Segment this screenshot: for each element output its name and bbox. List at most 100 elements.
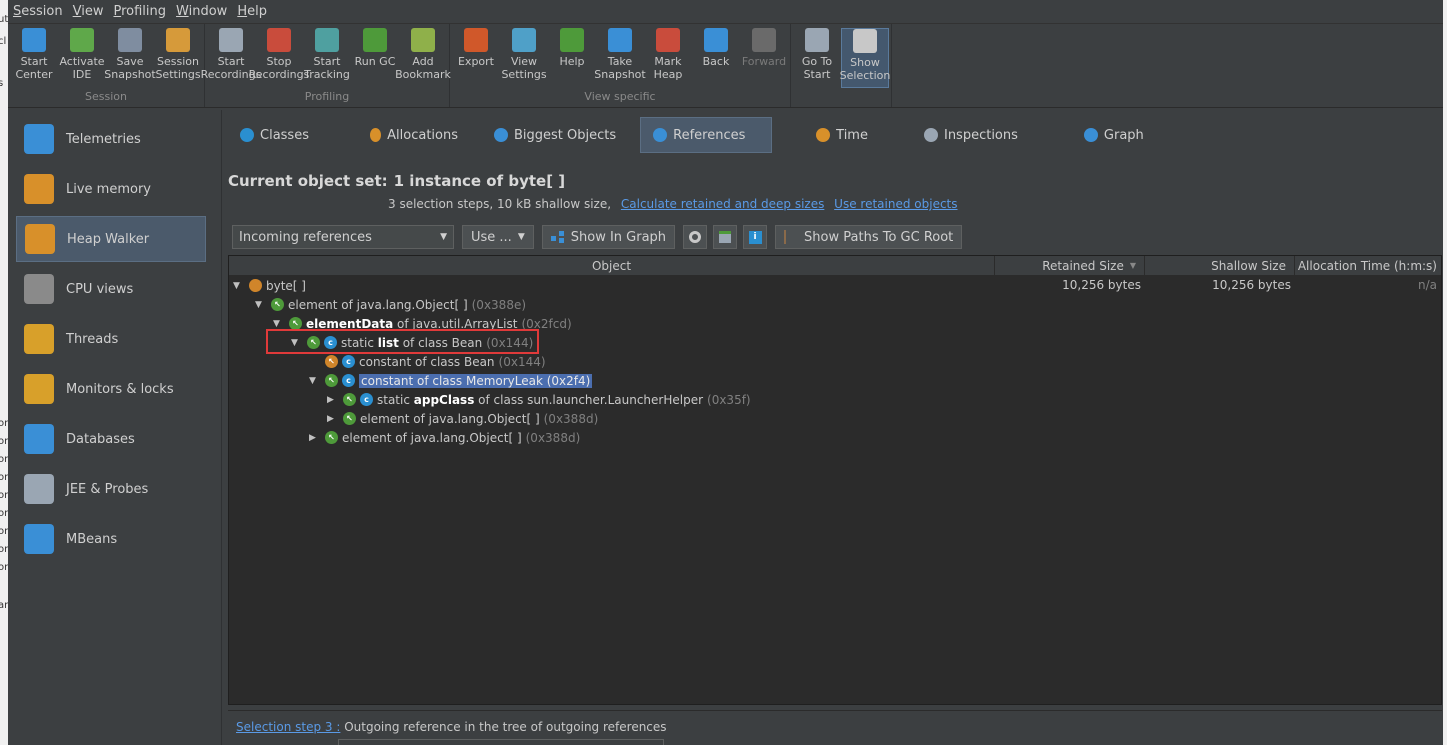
toolbar-group-session: Start Center Activate IDE Save Snapshot Ses…	[8, 24, 205, 107]
back-button[interactable]: Back	[692, 28, 740, 88]
background-text-fragment: or	[0, 472, 8, 483]
help-button[interactable]: Help	[548, 28, 596, 88]
show-in-graph-button[interactable]: Show In Graph	[541, 225, 676, 249]
sidebar-item-heap-walker[interactable]: Heap Walker	[16, 216, 206, 262]
byte-array-icon	[249, 279, 262, 292]
menu-help[interactable]: Help	[237, 4, 267, 19]
menu-view[interactable]: View	[73, 4, 104, 19]
session-settings-icon	[166, 28, 190, 52]
session-settings-button[interactable]: Session Settings	[154, 28, 202, 88]
take-snapshot-button[interactable]: Take Snapshot	[594, 28, 646, 88]
threads-icon	[24, 324, 54, 354]
background-window-strip: ut cl s or or or or or or or or or ar	[0, 0, 8, 745]
stop-recordings-button[interactable]: Stop Recordings	[249, 28, 309, 88]
table-row[interactable]: ▶ ↖ element of java.lang.Object[ ] (0x388d)	[309, 428, 580, 447]
tab-label: References	[673, 127, 746, 143]
sidebar-item-jee-probes[interactable]: JEE & Probes	[16, 466, 206, 512]
menu-bar: Session View Profiling Window Help	[8, 0, 1443, 24]
sidebar-item-threads[interactable]: Threads	[16, 316, 206, 362]
view-settings-button[interactable]: View Settings	[500, 28, 548, 88]
table-row[interactable]: ▼ byte[ ]	[233, 276, 306, 295]
menu-session[interactable]: Session	[13, 4, 63, 19]
settings-gear-button[interactable]	[683, 225, 708, 249]
expand-arrow-icon[interactable]: ▶	[327, 395, 337, 405]
live-memory-icon	[24, 174, 54, 204]
toolbar-group-buttons: Start Center Activate IDE Save Snapshot Ses…	[10, 24, 202, 90]
sidebar-item-label: Heap Walker	[67, 231, 150, 247]
row-label: constant of class MemoryLeak (0x2f4)	[359, 373, 593, 388]
run-gc-button[interactable]: Run GC	[351, 28, 399, 88]
sidebar-item-label: Monitors & locks	[66, 381, 174, 397]
sidebar-item-mbeans[interactable]: MBeans	[16, 516, 206, 562]
selection-step-link[interactable]: Selection step 3 :	[236, 720, 340, 734]
selection-step-text: Outgoing reference in the tree of outgoi…	[340, 720, 667, 734]
sidebar-item-live-memory[interactable]: Live memory	[16, 166, 206, 212]
expand-arrow-icon[interactable]: ▼	[273, 319, 283, 329]
go-to-start-button[interactable]: Go To Start	[793, 28, 841, 88]
activate-ide-button[interactable]: Activate IDE	[58, 28, 106, 88]
save-snapshot-icon	[118, 28, 142, 52]
show-selection-button[interactable]: Show Selection	[840, 28, 890, 88]
table-row[interactable]: ▼ ↖ element of java.lang.Object[ ] (0x388e)	[255, 295, 526, 314]
tab-references[interactable]: References	[640, 117, 773, 153]
row-label-prefix: static	[377, 392, 414, 407]
use-retained-link[interactable]: Use retained objects	[834, 197, 957, 211]
expand-arrow-icon[interactable]: ▼	[233, 281, 243, 291]
row-label: static appClass of class sun.launcher.La…	[377, 393, 703, 407]
column-object[interactable]: Object	[229, 256, 995, 275]
tab-graph[interactable]: Graph	[1072, 117, 1156, 153]
menu-profiling[interactable]: Profiling	[113, 4, 166, 19]
tab-inspections[interactable]: Inspections	[912, 117, 1030, 153]
column-shallow-size[interactable]: Shallow Size	[1145, 256, 1295, 275]
row-label-prefix: constant of class MemoryLeak (0x2f4)	[361, 373, 591, 388]
row-label: constant of class Bean	[359, 355, 495, 369]
reference-arrow-icon: ↖	[325, 431, 338, 444]
export-button[interactable]: Export	[452, 28, 500, 88]
mark-heap-icon	[656, 28, 680, 52]
save-snapshot-button[interactable]: Save Snapshot	[104, 28, 156, 88]
row-label-prefix: constant of class Bean	[359, 354, 495, 369]
expand-arrow-icon[interactable]: ▼	[309, 376, 319, 386]
tab-time[interactable]: Time	[804, 117, 880, 153]
mark-heap-button[interactable]: Mark Heap	[644, 28, 692, 88]
reference-arrow-icon: ↖	[343, 412, 356, 425]
table-row[interactable]: ↖ c constant of class Bean (0x144)	[309, 352, 546, 371]
forward-button[interactable]: Forward	[740, 28, 788, 88]
toolbar-group-view-specific: Export View Settings Help Take Snapshot Mark…	[450, 24, 791, 107]
tab-biggest-objects[interactable]: Biggest Objects	[482, 117, 628, 153]
background-text-fragment: cl	[0, 36, 7, 47]
column-allocation-time[interactable]: Allocation Time (h:m:s)	[1295, 256, 1441, 275]
sidebar-item-monitors-locks[interactable]: Monitors & locks	[16, 366, 206, 412]
expand-arrow-icon[interactable]: ▶	[327, 414, 337, 424]
row-label-suffix: of class sun.launcher.LauncherHelper	[474, 392, 704, 407]
menu-window[interactable]: Window	[176, 4, 227, 19]
toolbar-button-label: Run GC	[354, 55, 396, 68]
add-bookmark-button[interactable]: Add Bookmark	[395, 28, 451, 88]
table-row[interactable]: ▼ ↖ c constant of class MemoryLeak (0x2f4)	[309, 371, 596, 390]
use-button[interactable]: Use ... ▼	[462, 225, 534, 249]
references-tree-table[interactable]: Object Retained Size ▼ Shallow Size Alloc…	[228, 255, 1442, 705]
show-paths-gc-root-button[interactable]: Show Paths To GC Root	[775, 225, 963, 249]
table-row[interactable]: ▶ ↖ c static appClass of class sun.launcher…	[327, 390, 751, 409]
tab-allocations[interactable]: Allocations	[358, 117, 470, 153]
tab-label: Time	[836, 127, 868, 143]
info-button[interactable]: i	[743, 225, 768, 249]
sidebar-item-telemetries[interactable]: Telemetries	[16, 116, 206, 162]
toolbar-group-navigation: Go To Start Show Selection	[791, 24, 892, 107]
table-row[interactable]: ▶ ↖ element of java.lang.Object[ ] (0x388d)	[327, 409, 598, 428]
column-retained-size[interactable]: Retained Size ▼	[995, 256, 1145, 275]
tab-label: Inspections	[943, 127, 1018, 143]
sidebar-item-cpu-views[interactable]: CPU views	[16, 266, 206, 312]
tab-label: Allocations	[387, 127, 458, 143]
calculate-retained-link[interactable]: Calculate retained and deep sizes	[621, 197, 824, 211]
expand-arrow-icon[interactable]: ▶	[309, 433, 319, 443]
expand-arrow-icon[interactable]: ▼	[255, 300, 265, 310]
tab-classes[interactable]: Classes	[228, 117, 346, 153]
sidebar-item-databases[interactable]: Databases	[16, 416, 206, 462]
start-tracking-button[interactable]: Start Tracking	[303, 28, 351, 88]
view-tabs: Classes Allocations Biggest Objects Referen…	[222, 110, 1443, 160]
reference-mode-select[interactable]: Incoming references ▼	[232, 225, 454, 249]
filter-button[interactable]	[713, 225, 738, 249]
start-center-button[interactable]: Start Center	[10, 28, 58, 88]
row-label: element of java.lang.Object[ ]	[360, 412, 540, 426]
